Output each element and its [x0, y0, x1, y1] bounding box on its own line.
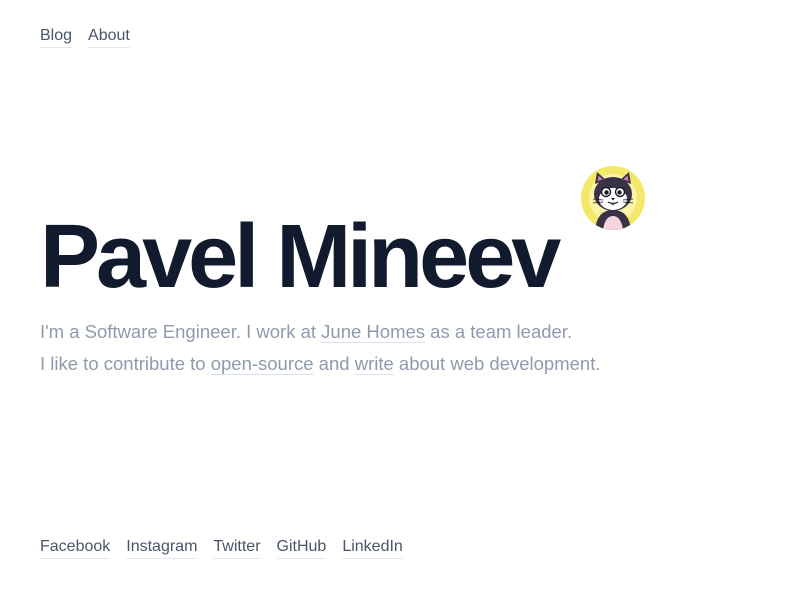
bio-text: I like to contribute to [40, 353, 211, 374]
cat-avatar-icon [581, 166, 645, 230]
page-title: Pavel Mineev [40, 207, 561, 307]
bio: I'm a Software Engineer. I work at June … [40, 316, 601, 380]
open-source-link[interactable]: open-source [210, 353, 314, 375]
nav-link-about[interactable]: About [88, 26, 130, 48]
social-links: Facebook Instagram Twitter GitHub Linked… [40, 537, 403, 559]
bio-text: I'm a Software Engineer. I work at [40, 321, 322, 342]
social-link-facebook[interactable]: Facebook [40, 537, 111, 559]
bio-text: about web development. [393, 353, 601, 374]
bio-text: as a team leader. [425, 321, 573, 342]
social-link-linkedin[interactable]: LinkedIn [342, 537, 403, 559]
avatar [581, 166, 645, 230]
bio-line-1: I'm a Software Engineer. I work at June … [40, 316, 601, 348]
social-link-twitter[interactable]: Twitter [213, 537, 261, 559]
write-link[interactable]: write [354, 353, 394, 375]
page: Blog About Pavel Mineev I'm a Software E… [0, 0, 800, 600]
nav-link-blog[interactable]: Blog [40, 26, 73, 48]
hero: Pavel Mineev [40, 207, 561, 307]
top-nav: Blog About [40, 26, 130, 48]
bio-line-2: I like to contribute to open-source and … [40, 348, 601, 380]
bio-text: and [313, 353, 355, 374]
social-link-github[interactable]: GitHub [276, 537, 327, 559]
social-link-instagram[interactable]: Instagram [126, 537, 198, 559]
company-link[interactable]: June Homes [321, 321, 426, 343]
